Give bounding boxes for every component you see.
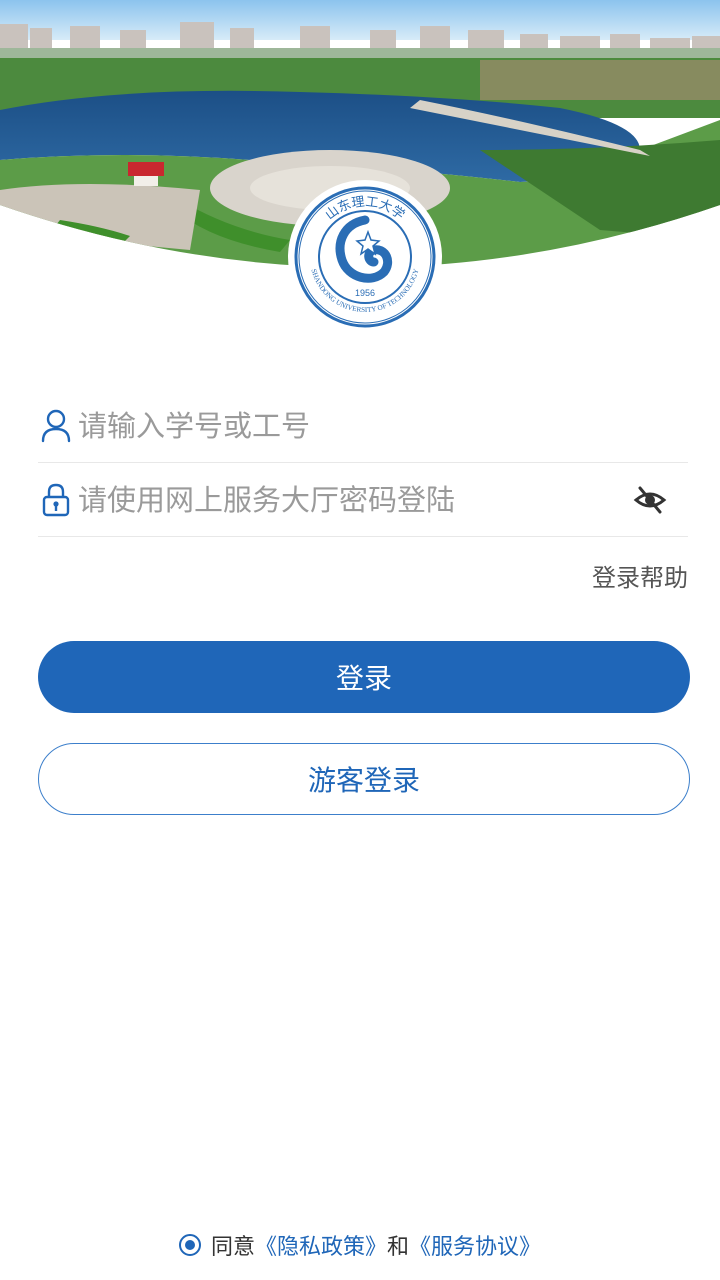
agreement-conjunction: 和 (387, 1235, 410, 1260)
login-help-link[interactable]: 登录帮助 (592, 558, 688, 593)
agree-radio[interactable] (178, 1234, 201, 1256)
privacy-policy-link[interactable]: 《隐私政策》 (255, 1229, 387, 1261)
guest-login-button[interactable]: 游客登录 (38, 743, 690, 815)
university-logo: 1956 山东理工大学 SHANDONG UNIVERSITY OF TECHN… (292, 184, 438, 330)
password-visibility-toggle-icon[interactable] (632, 482, 668, 518)
university-seal-icon: 1956 山东理工大学 SHANDONG UNIVERSITY OF TECHN… (294, 186, 436, 328)
agreement-prefix: 同意 (210, 1235, 255, 1260)
svg-text:1956: 1956 (355, 288, 375, 298)
user-icon (38, 406, 74, 446)
service-agreement-link[interactable]: 《服务协议》 (409, 1229, 541, 1261)
username-field (38, 390, 688, 463)
password-input[interactable] (78, 483, 598, 517)
username-input[interactable] (78, 409, 598, 443)
lock-icon (38, 480, 74, 520)
password-field (38, 464, 688, 537)
login-button[interactable]: 登录 (38, 641, 690, 713)
agreement-row: 同意 《隐私政策》 和 《服务协议》 (0, 1228, 720, 1262)
